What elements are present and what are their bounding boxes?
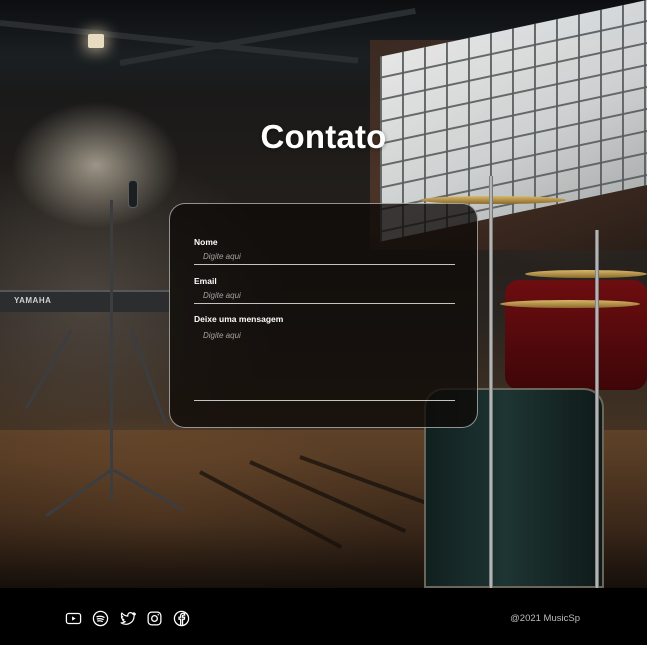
social-links	[65, 610, 190, 627]
cymbal	[500, 300, 640, 308]
footer: @2021 MusicSp	[0, 588, 647, 645]
name-label: Nome	[194, 237, 218, 247]
twitter-icon[interactable]	[119, 610, 136, 627]
name-group: Nome	[194, 237, 455, 265]
youtube-icon[interactable]	[65, 610, 82, 627]
cymbal-stand	[489, 176, 493, 588]
keyboard-stand	[130, 329, 168, 425]
instagram-icon[interactable]	[146, 610, 163, 627]
spotify-icon[interactable]	[92, 610, 109, 627]
cymbal-stand	[595, 230, 599, 588]
name-field[interactable]	[194, 252, 455, 265]
drum-kit-red	[505, 280, 647, 390]
microphone	[128, 180, 138, 208]
contact-form: Nome Email Deixe uma mensagem	[169, 203, 478, 428]
email-group: Email	[194, 276, 455, 304]
cymbal	[525, 270, 647, 278]
email-field[interactable]	[194, 291, 455, 304]
keyboard-stand	[25, 329, 73, 409]
email-label: Email	[194, 276, 217, 286]
ceiling-lamp	[88, 34, 104, 48]
mic-stand	[110, 200, 113, 500]
message-field[interactable]	[194, 327, 455, 401]
facebook-icon[interactable]	[173, 610, 190, 627]
page-title: Contato	[260, 118, 387, 155]
copyright-text: @2021 MusicSp	[510, 613, 580, 624]
keyboard-brand: YAMAHA	[14, 296, 52, 305]
message-group: Deixe uma mensagem	[194, 314, 455, 401]
message-label: Deixe uma mensagem	[194, 314, 284, 324]
